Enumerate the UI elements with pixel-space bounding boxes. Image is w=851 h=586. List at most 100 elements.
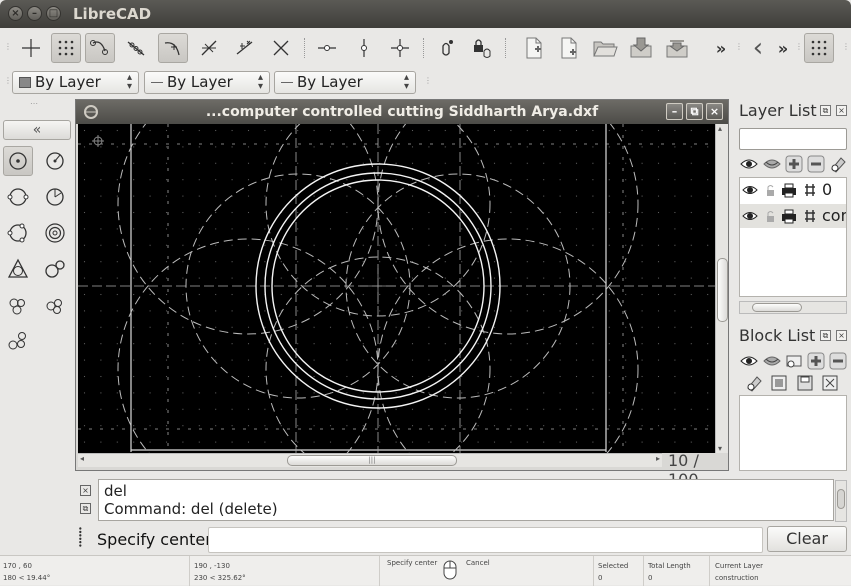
block-dock-close-icon[interactable]: × bbox=[836, 330, 847, 341]
snap-middle-button[interactable] bbox=[194, 33, 224, 63]
command-dock-float-icon[interactable]: ⧉ bbox=[80, 503, 91, 514]
show-all-blocks-button[interactable] bbox=[739, 351, 759, 371]
command-dock-close-icon[interactable]: × bbox=[80, 485, 91, 496]
drawing-canvas[interactable] bbox=[78, 124, 715, 453]
vertical-scroll-thumb[interactable] bbox=[717, 258, 728, 322]
printer-icon[interactable] bbox=[780, 208, 796, 224]
window-minimize-button[interactable]: – bbox=[27, 6, 42, 21]
save-block-button[interactable] bbox=[795, 373, 815, 393]
set-relative-zero-button[interactable] bbox=[431, 33, 461, 63]
snap-center-button[interactable] bbox=[158, 33, 188, 63]
add-layer-button[interactable] bbox=[784, 154, 804, 174]
new-file-button[interactable] bbox=[519, 33, 549, 63]
toolbar-grip[interactable]: ⋮ bbox=[795, 42, 803, 51]
unlocked-icon[interactable] bbox=[762, 208, 778, 224]
drawing-minimize-button[interactable]: – bbox=[666, 103, 683, 120]
edit-block-button[interactable] bbox=[769, 373, 789, 393]
snap-intersection-button[interactable] bbox=[266, 33, 296, 63]
snap-endpoint-button[interactable] bbox=[85, 33, 115, 63]
open-file-button[interactable] bbox=[590, 33, 620, 63]
restrict-orthogonal-button[interactable] bbox=[385, 33, 415, 63]
unlocked-icon[interactable] bbox=[762, 182, 778, 198]
grid-toggle-button[interactable] bbox=[804, 33, 834, 63]
toolbar-grip[interactable]: ⋮ bbox=[735, 42, 743, 51]
circle-concentric-tool[interactable] bbox=[40, 218, 70, 248]
restrict-horizontal-button[interactable] bbox=[312, 33, 342, 63]
create-block-button[interactable] bbox=[784, 351, 804, 371]
layer-dock-float-icon[interactable]: ⧉ bbox=[820, 105, 831, 116]
pen-linetype-combo[interactable]: By Layer ▴ ▾ bbox=[274, 71, 416, 94]
toolbar-grip[interactable]: ⋮ bbox=[4, 76, 12, 85]
show-all-layers-button[interactable] bbox=[739, 154, 759, 174]
layer-list-scroll-thumb[interactable] bbox=[752, 303, 802, 312]
circle-tangent-2-tool[interactable] bbox=[40, 254, 70, 284]
circle-center-point-tool[interactable] bbox=[3, 146, 33, 176]
toolbar-grip[interactable]: ⋮ bbox=[424, 76, 432, 85]
snap-distance-button[interactable] bbox=[230, 33, 260, 63]
scroll-up-arrow-icon[interactable]: ▴ bbox=[718, 124, 722, 133]
insert-block-button[interactable] bbox=[820, 373, 840, 393]
command-scroll-thumb[interactable] bbox=[837, 489, 845, 509]
horizontal-scrollbar[interactable]: ◂ ||| ▸ bbox=[78, 453, 662, 467]
updown-arrows-icon: ▴ ▾ bbox=[403, 72, 409, 92]
vertical-scrollbar[interactable]: ▴ ▾ bbox=[715, 124, 728, 453]
drawing-restore-button[interactable]: ⧉ bbox=[686, 103, 703, 120]
toolbar-separator bbox=[423, 38, 424, 58]
toolbar-grip[interactable]: ⋮ bbox=[4, 42, 12, 51]
window-maximize-button[interactable]: □ bbox=[46, 6, 61, 21]
remove-block-button[interactable] bbox=[828, 351, 848, 371]
eye-icon[interactable] bbox=[742, 182, 758, 198]
drawing-close-button[interactable]: × bbox=[706, 103, 723, 120]
toolbar-overflow-button-2[interactable]: » bbox=[768, 33, 798, 63]
toolbar-overflow-button[interactable]: » bbox=[706, 33, 736, 63]
layer-filter-input[interactable] bbox=[739, 128, 847, 150]
circle-center-radius-tool[interactable] bbox=[40, 146, 70, 176]
block-dock-float-icon[interactable]: ⧉ bbox=[820, 330, 831, 341]
hide-all-blocks-button[interactable] bbox=[762, 351, 782, 371]
snap-grid-button[interactable] bbox=[51, 33, 81, 63]
save-as-button[interactable] bbox=[662, 33, 692, 63]
panel-grip[interactable]: ⋯ bbox=[30, 99, 38, 108]
scroll-left-arrow-icon[interactable]: ◂ bbox=[80, 454, 84, 463]
command-input[interactable] bbox=[208, 527, 763, 553]
circle-inscribed-tool[interactable] bbox=[3, 254, 33, 284]
block-list[interactable] bbox=[739, 395, 847, 471]
printer-icon[interactable] bbox=[780, 182, 796, 198]
circle-3-points-tool[interactable] bbox=[3, 218, 33, 248]
edit-layer-button[interactable] bbox=[828, 154, 848, 174]
toolbar-grip[interactable]: ⋮ bbox=[842, 42, 850, 51]
remove-layer-button[interactable] bbox=[806, 154, 826, 174]
layer-list[interactable]: 0 con bbox=[739, 177, 847, 297]
lock-relative-zero-button[interactable] bbox=[467, 33, 497, 63]
eye-icon[interactable] bbox=[742, 208, 758, 224]
new-from-template-button[interactable] bbox=[554, 33, 584, 63]
layer-list-hscrollbar[interactable] bbox=[739, 301, 847, 314]
circle-tangent-point-tool[interactable] bbox=[40, 291, 70, 321]
circle-tangent-3-tool[interactable] bbox=[3, 291, 33, 321]
layer-dock-close-icon[interactable]: × bbox=[836, 105, 847, 116]
add-block-button[interactable] bbox=[806, 351, 826, 371]
construction-icon[interactable] bbox=[802, 182, 818, 198]
edit-block-attributes-button[interactable] bbox=[744, 373, 764, 393]
layer-row[interactable]: con bbox=[740, 204, 846, 228]
snap-free-button[interactable] bbox=[16, 33, 46, 63]
clear-button[interactable]: Clear bbox=[767, 526, 847, 552]
hide-all-layers-button[interactable] bbox=[762, 154, 782, 174]
horizontal-scroll-thumb[interactable]: ||| bbox=[287, 455, 457, 466]
tool-back-button[interactable]: « bbox=[3, 120, 71, 140]
scroll-right-arrow-icon[interactable]: ▸ bbox=[656, 454, 660, 463]
restrict-vertical-button[interactable] bbox=[349, 33, 379, 63]
command-history-scrollbar[interactable] bbox=[835, 480, 847, 522]
circle-tangent-line-tool[interactable] bbox=[3, 326, 33, 356]
pen-color-combo[interactable]: By Layer ▴ ▾ bbox=[12, 71, 139, 94]
pen-width-combo[interactable]: By Layer ▴ ▾ bbox=[144, 71, 270, 94]
layer-row[interactable]: 0 bbox=[740, 178, 846, 202]
circle-2p-radius-tool[interactable] bbox=[40, 182, 70, 212]
save-file-button[interactable] bbox=[626, 33, 656, 63]
window-close-button[interactable]: × bbox=[8, 6, 23, 21]
circle-2-points-tool[interactable] bbox=[3, 182, 33, 212]
block-edit-icon bbox=[771, 375, 787, 391]
snap-on-entity-button[interactable] bbox=[121, 33, 151, 63]
circle-3p-icon bbox=[7, 223, 27, 243]
construction-icon[interactable] bbox=[802, 208, 818, 224]
